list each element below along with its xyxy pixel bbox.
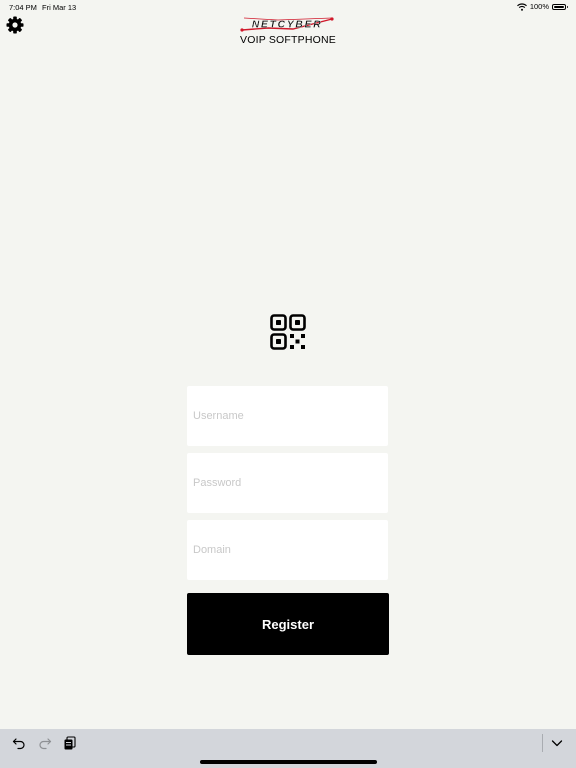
username-field[interactable] — [187, 386, 388, 446]
chevron-down-icon — [551, 740, 563, 747]
home-indicator[interactable] — [200, 760, 377, 764]
status-right: 100% — [516, 2, 568, 11]
password-field[interactable] — [187, 453, 388, 513]
dismiss-keyboard-button[interactable] — [550, 736, 564, 750]
wifi-icon — [516, 2, 527, 11]
undo-icon — [12, 738, 25, 750]
gear-icon — [6, 16, 24, 34]
logo-text: NETCYBER — [252, 19, 323, 31]
battery-percent: 100% — [529, 2, 549, 11]
undo-button[interactable] — [12, 736, 26, 750]
netcyber-logo: NETCYBER — [240, 17, 334, 32]
toolbar-divider — [542, 734, 543, 752]
username-input[interactable] — [187, 386, 388, 446]
qr-code-icon — [270, 314, 306, 350]
clipboard-icon — [64, 736, 76, 750]
battery-icon — [552, 3, 568, 10]
register-button[interactable]: Register — [187, 593, 389, 655]
app-subtitle: VOIP SOFTPHONE — [240, 34, 336, 46]
status-date: Fri Mar 13 — [42, 3, 77, 12]
battery-level — [554, 5, 564, 8]
qr-scan-button[interactable] — [270, 314, 306, 350]
password-input[interactable] — [187, 453, 388, 513]
paste-button[interactable] — [63, 736, 77, 750]
domain-input[interactable] — [187, 520, 388, 580]
domain-field[interactable] — [187, 520, 388, 580]
redo-button[interactable] — [38, 736, 52, 750]
redo-icon — [39, 738, 52, 750]
settings-button[interactable] — [5, 15, 25, 35]
status-bar: 7:04 PM Fri Mar 13 100% — [0, 0, 576, 14]
status-time: 7:04 PM — [9, 3, 37, 12]
